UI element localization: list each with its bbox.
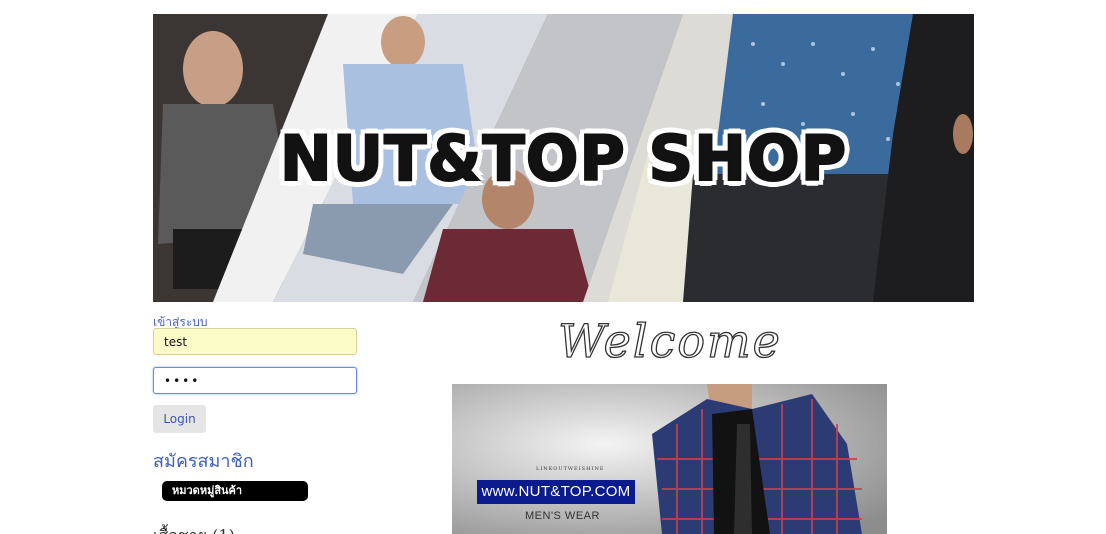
header-banner: NUT&TOP SHOP bbox=[153, 14, 974, 302]
promo-tagline: MEN'S WEAR bbox=[525, 510, 600, 522]
category-item-link[interactable]: เสื้อชาย (1) bbox=[153, 524, 235, 534]
password-input[interactable] bbox=[153, 367, 357, 394]
register-link[interactable]: สมัครสมาชิก bbox=[153, 446, 254, 475]
promo-banner[interactable]: LINKOUTWEISHINE www.NUT&TOP.COM MEN'S WE… bbox=[452, 384, 887, 534]
username-input[interactable] bbox=[153, 328, 357, 355]
welcome-heading: Welcome bbox=[557, 313, 782, 368]
promo-url-badge: www.NUT&TOP.COM bbox=[477, 480, 635, 504]
promo-small-text: LINKOUTWEISHINE bbox=[536, 466, 605, 472]
category-header: หมวดหมู่สินค้า bbox=[162, 481, 308, 501]
page: NUT&TOP SHOP เข้าสู่ระบบ Login สมัครสมาช… bbox=[0, 0, 1106, 534]
login-button[interactable]: Login bbox=[153, 405, 206, 433]
banner-title: NUT&TOP SHOP bbox=[279, 121, 848, 196]
promo-model-image bbox=[452, 384, 887, 534]
